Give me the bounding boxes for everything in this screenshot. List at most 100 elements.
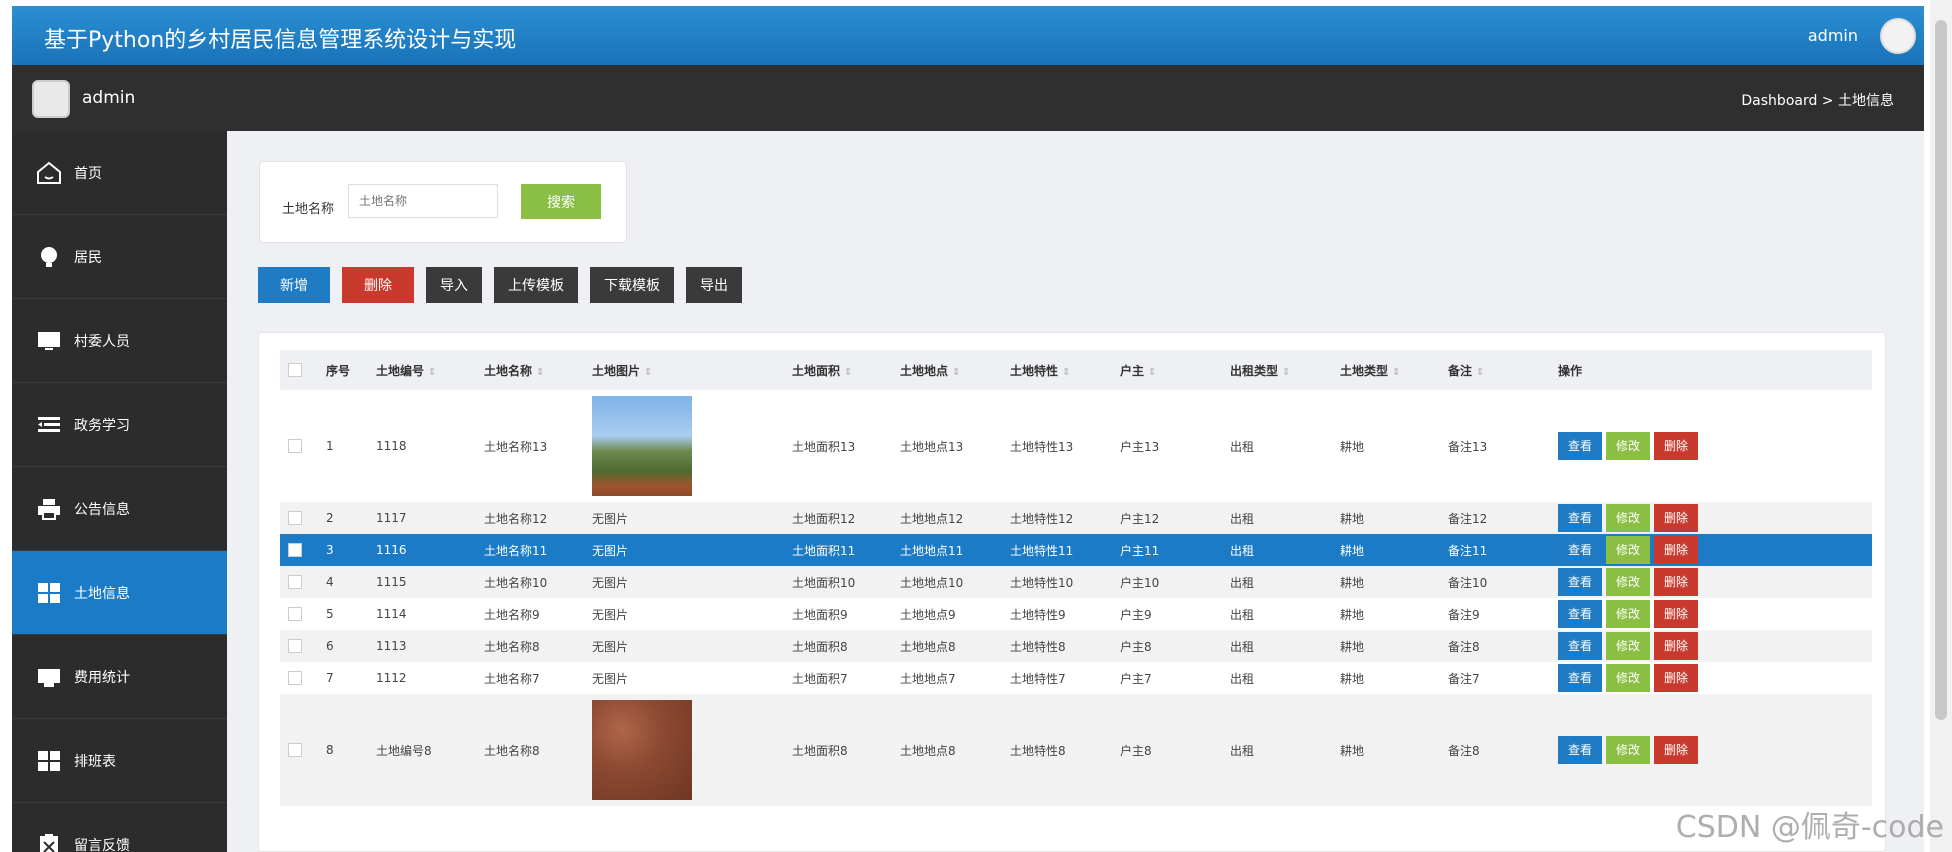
cell-no: 1 xyxy=(326,439,334,453)
delete-row-button[interactable]: 删除 xyxy=(1654,600,1699,628)
edit-button[interactable]: 修改 xyxy=(1606,600,1651,628)
view-button[interactable]: 查看 xyxy=(1558,568,1603,596)
sidebar-item-study[interactable]: 政务学习 xyxy=(12,383,227,467)
cell-code: 土地编号8 xyxy=(376,743,432,758)
delete-row-button[interactable]: 删除 xyxy=(1654,504,1699,532)
cell-no: 2 xyxy=(326,511,334,525)
row-checkbox[interactable] xyxy=(288,607,302,622)
cell-owner: 户主9 xyxy=(1120,607,1152,622)
col-area[interactable]: 土地面积 ⇕ xyxy=(784,350,892,390)
col-place-label: 土地地点 xyxy=(900,363,949,378)
edit-button[interactable]: 修改 xyxy=(1606,736,1651,764)
table-row[interactable]: 2 1117 土地名称12 无图片 土地面积12 土地地点12 土地特性12 户主12 出租 耕地… xyxy=(280,502,1872,534)
cell-place: 土地地点10 xyxy=(900,575,964,590)
table-row[interactable]: 8 土地编号8 土地名称8 土地面积8 土地地点8 土地特性8 户主8 出租 耕地 备注8 查看 修改… xyxy=(280,694,1872,806)
view-button[interactable]: 查看 xyxy=(1558,536,1603,564)
delete-row-button[interactable]: 删除 xyxy=(1654,432,1699,460)
sort-icon[interactable]: ⇕ xyxy=(1282,367,1290,378)
delete-row-button[interactable]: 删除 xyxy=(1654,664,1699,692)
col-code[interactable]: 土地编号 ⇕ xyxy=(368,350,476,390)
sidebar-item-schedule[interactable]: 排班表 xyxy=(12,719,227,803)
sort-icon[interactable]: ⇕ xyxy=(644,367,652,378)
col-note[interactable]: 备注 ⇕ xyxy=(1440,350,1550,390)
col-rent[interactable]: 出租类型 ⇕ xyxy=(1222,350,1332,390)
delete-row-button[interactable]: 删除 xyxy=(1654,736,1699,764)
table-row[interactable]: 3 1116 土地名称11 无图片 土地面积11 土地地点11 土地特性11 户主11 出租 耕地… xyxy=(280,534,1872,566)
cell-rent: 出租 xyxy=(1230,671,1255,686)
row-checkbox[interactable] xyxy=(288,511,302,526)
delete-row-button[interactable]: 删除 xyxy=(1654,568,1699,596)
edit-button[interactable]: 修改 xyxy=(1606,632,1651,660)
table-row[interactable]: 1 1118 土地名称13 土地面积13 土地地点13 土地特性13 户主13 出租 耕地 备注1… xyxy=(280,390,1872,502)
delete-button[interactable]: 删除 xyxy=(342,267,414,303)
scrollbar-thumb[interactable] xyxy=(1935,20,1947,720)
row-checkbox[interactable] xyxy=(288,543,302,558)
cell-area: 土地面积8 xyxy=(792,743,848,758)
table-row[interactable]: 5 1114 土地名称9 无图片 土地面积9 土地地点9 土地特性9 户主9 出租 耕地 备注9 查看… xyxy=(280,598,1872,630)
view-button[interactable]: 查看 xyxy=(1558,632,1603,660)
download-template-button[interactable]: 下载模板 xyxy=(590,267,674,303)
export-button[interactable]: 导出 xyxy=(686,267,742,303)
view-button[interactable]: 查看 xyxy=(1558,736,1603,764)
col-owner[interactable]: 户主 ⇕ xyxy=(1112,350,1222,390)
view-button[interactable]: 查看 xyxy=(1558,504,1603,532)
table-row[interactable]: 6 1113 土地名称8 无图片 土地面积8 土地地点8 土地特性8 户主8 出租 耕地 备注8 查看… xyxy=(280,630,1872,662)
sidebar-item-fees[interactable]: 费用统计 xyxy=(12,635,227,719)
header-username[interactable]: admin xyxy=(1808,26,1858,45)
col-type[interactable]: 土地类型 ⇕ xyxy=(1332,350,1440,390)
cell-no: 5 xyxy=(326,607,334,621)
select-all-checkbox[interactable] xyxy=(288,363,302,378)
delete-row-button[interactable]: 删除 xyxy=(1654,536,1699,564)
add-button[interactable]: 新增 xyxy=(258,267,330,303)
row-checkbox[interactable] xyxy=(288,671,302,686)
view-button[interactable]: 查看 xyxy=(1558,432,1603,460)
sidebar-item-home[interactable]: 首页 xyxy=(12,131,227,215)
cell-feature: 土地特性9 xyxy=(1010,607,1066,622)
row-checkbox[interactable] xyxy=(288,439,302,454)
upload-template-button[interactable]: 上传模板 xyxy=(494,267,578,303)
row-checkbox[interactable] xyxy=(288,743,302,758)
view-button[interactable]: 查看 xyxy=(1558,664,1603,692)
bulb-icon xyxy=(36,245,62,269)
sidebar-item-staff[interactable]: 村委人员 xyxy=(12,299,227,383)
col-image[interactable]: 土地图片 ⇕ xyxy=(584,350,784,390)
sort-icon[interactable]: ⇕ xyxy=(428,367,436,378)
col-place[interactable]: 土地地点 ⇕ xyxy=(892,350,1002,390)
sidebar-item-residents[interactable]: 居民 xyxy=(12,215,227,299)
sort-icon[interactable]: ⇕ xyxy=(952,367,960,378)
top-header: 基于Python的乡村居民信息管理系统设计与实现 admin xyxy=(12,6,1924,65)
table-row[interactable]: 4 1115 土地名称10 无图片 土地面积10 土地地点10 土地特性10 户主10 出租 耕地… xyxy=(280,566,1872,598)
sidebar-item-land[interactable]: 土地信息 xyxy=(12,551,227,635)
header-avatar[interactable] xyxy=(1880,18,1916,54)
cell-code: 1112 xyxy=(376,671,407,685)
sidebar-avatar xyxy=(32,80,70,118)
sort-icon[interactable]: ⇕ xyxy=(1476,367,1484,378)
edit-button[interactable]: 修改 xyxy=(1606,536,1651,564)
sort-icon[interactable]: ⇕ xyxy=(1148,367,1156,378)
sort-icon[interactable]: ⇕ xyxy=(536,367,544,378)
edit-button[interactable]: 修改 xyxy=(1606,432,1651,460)
sort-icon[interactable]: ⇕ xyxy=(844,367,852,378)
edit-button[interactable]: 修改 xyxy=(1606,664,1651,692)
import-button[interactable]: 导入 xyxy=(426,267,482,303)
sidebar-item-feedback[interactable]: 留言反馈 xyxy=(12,803,227,852)
row-checkbox[interactable] xyxy=(288,575,302,590)
col-name[interactable]: 土地名称 ⇕ xyxy=(476,350,584,390)
view-button[interactable]: 查看 xyxy=(1558,600,1603,628)
col-feature[interactable]: 土地特性 ⇕ xyxy=(1002,350,1112,390)
delete-row-button[interactable]: 删除 xyxy=(1654,632,1699,660)
row-checkbox[interactable] xyxy=(288,639,302,654)
sort-icon[interactable]: ⇕ xyxy=(1392,367,1400,378)
table-row[interactable]: 7 1112 土地名称7 无图片 土地面积7 土地地点7 土地特性7 户主7 出租 耕地 备注7 查看… xyxy=(280,662,1872,694)
edit-button[interactable]: 修改 xyxy=(1606,568,1651,596)
table-card: 序号 土地编号 ⇕ 土地名称 ⇕ 土地图片 ⇕ 土地面积 ⇕ 土地地点 ⇕ 土地特性 ⇕ 户… xyxy=(258,332,1886,852)
cell-rent: 出租 xyxy=(1230,743,1255,758)
search-input[interactable] xyxy=(348,184,498,218)
sidebar-item-notice[interactable]: 公告信息 xyxy=(12,467,227,551)
sidebar-item-label: 村委人员 xyxy=(74,333,130,350)
page-scrollbar[interactable] xyxy=(1930,0,1952,852)
search-button[interactable]: 搜索 xyxy=(521,184,601,219)
sort-icon[interactable]: ⇕ xyxy=(1062,367,1070,378)
edit-button[interactable]: 修改 xyxy=(1606,504,1651,532)
col-actions: 操作 xyxy=(1558,363,1583,378)
